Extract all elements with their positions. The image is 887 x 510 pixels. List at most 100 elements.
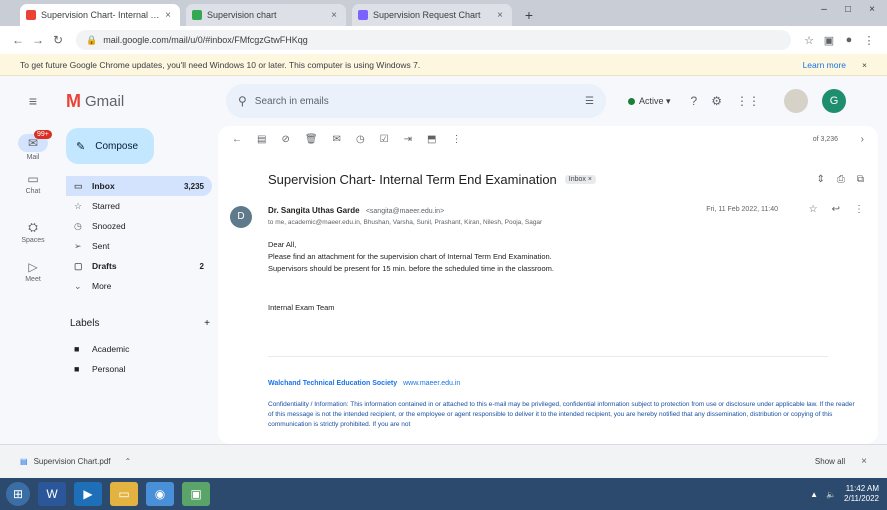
address-bar[interactable]: 🔒 mail.google.com/mail/u/0/#inbox/FMfcgz… [76, 30, 791, 50]
word-app-icon[interactable]: W [38, 482, 66, 506]
nav-item-inbox[interactable]: ▭ Inbox 3,235 [66, 176, 212, 196]
unread-badge: 99+ [34, 130, 52, 139]
network-icon[interactable]: ▲ [810, 490, 818, 499]
learn-more-link[interactable]: Learn more [803, 60, 846, 70]
rail-label: Mail [26, 154, 40, 161]
filter-options-icon[interactable]: ☰ [585, 96, 594, 107]
compose-button[interactable]: ✎ Compose [66, 128, 154, 164]
gmail-logo[interactable]: M Gmail [66, 91, 226, 112]
pager-text: of 3,236 [812, 136, 838, 143]
file-icon: ▤ [20, 457, 28, 466]
labels-header: Labels + [70, 318, 210, 329]
close-window-icon[interactable]: × [861, 2, 883, 18]
rail-label: Meet [25, 276, 41, 283]
file-explorer-icon[interactable]: ▭ [110, 482, 138, 506]
reload-icon[interactable]: ↻ [48, 33, 68, 47]
more-options-icon[interactable]: ⋮ [854, 204, 864, 215]
doc-favicon-icon [358, 10, 368, 20]
recipients-line[interactable]: to me, academic@maeer.edu.in, Bhushan, V… [268, 219, 668, 226]
back-arrow-icon[interactable]: ← [8, 33, 28, 47]
print-icon[interactable]: ⎙ [837, 174, 845, 185]
label-icon[interactable]: ⬒ [427, 134, 436, 145]
menu-dots-icon[interactable]: ⋮ [859, 34, 879, 47]
back-arrow-icon[interactable]: ← [232, 134, 242, 145]
browser-tab-supervision-chart[interactable]: Supervision Chart- Internal Ter × [20, 4, 180, 26]
rail-meet[interactable]: ▷ Meet [0, 260, 66, 283]
archive-icon[interactable]: ▤ [257, 134, 266, 145]
star-icon[interactable]: ☆ [799, 34, 819, 47]
close-icon[interactable]: × [494, 10, 506, 21]
message-actions: ☆ ↩ ⋮ [809, 204, 864, 215]
search-icon[interactable]: ⚲ [238, 94, 247, 108]
browser-tab-request[interactable]: Supervision Request Chart × [352, 4, 512, 26]
subject-text: Supervision Chart- Internal Term End Exa… [268, 172, 557, 187]
rail-mail[interactable]: ✉ 99+ Mail [0, 130, 66, 161]
nav-item-starred[interactable]: ☆ Starred [66, 196, 212, 216]
infobar-text: To get future Google Chrome updates, you… [20, 59, 421, 70]
search-input[interactable]: ⚲ Search in emails ☰ [226, 84, 606, 118]
delete-icon[interactable]: 🗑 [305, 134, 318, 145]
label-name: Academic [92, 344, 130, 354]
nav-label: Sent [92, 241, 110, 251]
close-icon[interactable]: × [862, 60, 867, 70]
sender-email: <sangita@maeer.edu.in> [365, 208, 445, 215]
sender-avatar[interactable]: D [230, 206, 252, 228]
volume-icon[interactable]: 🔈 [826, 490, 836, 499]
hamburger-menu-icon[interactable]: ≡ [0, 93, 66, 109]
show-all-button[interactable]: Show all [815, 457, 845, 466]
new-tab-button[interactable]: + [518, 4, 540, 26]
profile-icon[interactable]: ● [839, 34, 859, 46]
org-link[interactable]: www.maeer.edu.in [403, 380, 460, 387]
windows-taskbar: ⊞ W ▶ ▭ ◉ ▣ ▲ 🔈 11:42 AM 2/11/2022 [0, 478, 887, 510]
label-academic[interactable]: ■ Academic [66, 344, 206, 354]
clock[interactable]: 11:42 AM 2/11/2022 [844, 484, 879, 504]
report-spam-icon[interactable]: ⊘ [281, 134, 289, 145]
system-tray: ▲ 🔈 11:42 AM 2/11/2022 [810, 484, 879, 504]
maximize-icon[interactable]: □ [837, 2, 859, 18]
chevron-right-icon[interactable]: › [861, 134, 864, 145]
status-selector[interactable]: Active ▾ [628, 96, 671, 107]
nav-item-sent[interactable]: ➢ Sent [66, 236, 212, 256]
rail-spaces[interactable]: ⛭ Spaces [0, 220, 66, 244]
add-task-icon[interactable]: ☑ [380, 134, 389, 145]
download-item[interactable]: ▤ Supervision Chart.pdf ⌃ [20, 457, 131, 466]
forward-arrow-icon[interactable]: → [28, 33, 48, 47]
nav-item-drafts[interactable]: ▢ Drafts 2 [66, 256, 212, 276]
move-to-icon[interactable]: ⇥ [404, 134, 412, 145]
close-icon[interactable]: × [162, 10, 174, 21]
account-avatar[interactable]: G [822, 89, 846, 113]
chevron-down-icon: ⌄ [74, 280, 82, 291]
close-icon[interactable]: × [861, 456, 867, 467]
rail-chat[interactable]: ▭ Chat [0, 172, 66, 195]
chevron-up-icon[interactable]: ⌃ [125, 457, 132, 466]
apps-grid-icon[interactable]: ⋮⋮ [736, 94, 760, 108]
snooze-icon[interactable]: ◷ [356, 134, 365, 145]
body-line: Please find an attachment for the superv… [268, 252, 552, 261]
mark-unread-icon[interactable]: ✉ [333, 134, 341, 145]
minimize-icon[interactable]: – [813, 2, 835, 18]
open-new-window-icon[interactable]: ⧉ [857, 174, 864, 185]
star-icon[interactable]: ☆ [809, 204, 818, 215]
organization-logo [784, 89, 808, 113]
sender-name[interactable]: Dr. Sangita Uthas Garde [268, 206, 360, 215]
add-label-button[interactable]: + [204, 318, 210, 329]
close-icon[interactable]: × [328, 10, 340, 21]
gmail-m-icon: M [66, 90, 81, 111]
chrome-icon[interactable]: ◉ [146, 482, 174, 506]
chevron-down-icon: ▾ [663, 95, 671, 106]
help-icon[interactable]: ? [691, 94, 698, 108]
nav-item-more[interactable]: ⌄ More [66, 276, 212, 296]
image-viewer-icon[interactable]: ▣ [182, 482, 210, 506]
more-options-icon[interactable]: ⋮ [451, 134, 461, 145]
inbox-label-chip[interactable]: Inbox × [564, 175, 596, 184]
reply-icon[interactable]: ↩ [832, 204, 840, 215]
nav-item-snoozed[interactable]: ◷ Snoozed [66, 216, 212, 236]
extension-icon[interactable]: ▣ [819, 34, 839, 47]
expand-icon[interactable]: ⇕ [816, 174, 824, 185]
downloads-bar: ▤ Supervision Chart.pdf ⌃ Show all × [0, 444, 887, 478]
label-personal[interactable]: ■ Personal [66, 364, 206, 374]
browser-tab-sheet[interactable]: Supervision chart × [186, 4, 346, 26]
start-button-icon[interactable]: ⊞ [6, 482, 30, 506]
media-player-icon[interactable]: ▶ [74, 482, 102, 506]
settings-gear-icon[interactable]: ⚙ [711, 94, 722, 108]
